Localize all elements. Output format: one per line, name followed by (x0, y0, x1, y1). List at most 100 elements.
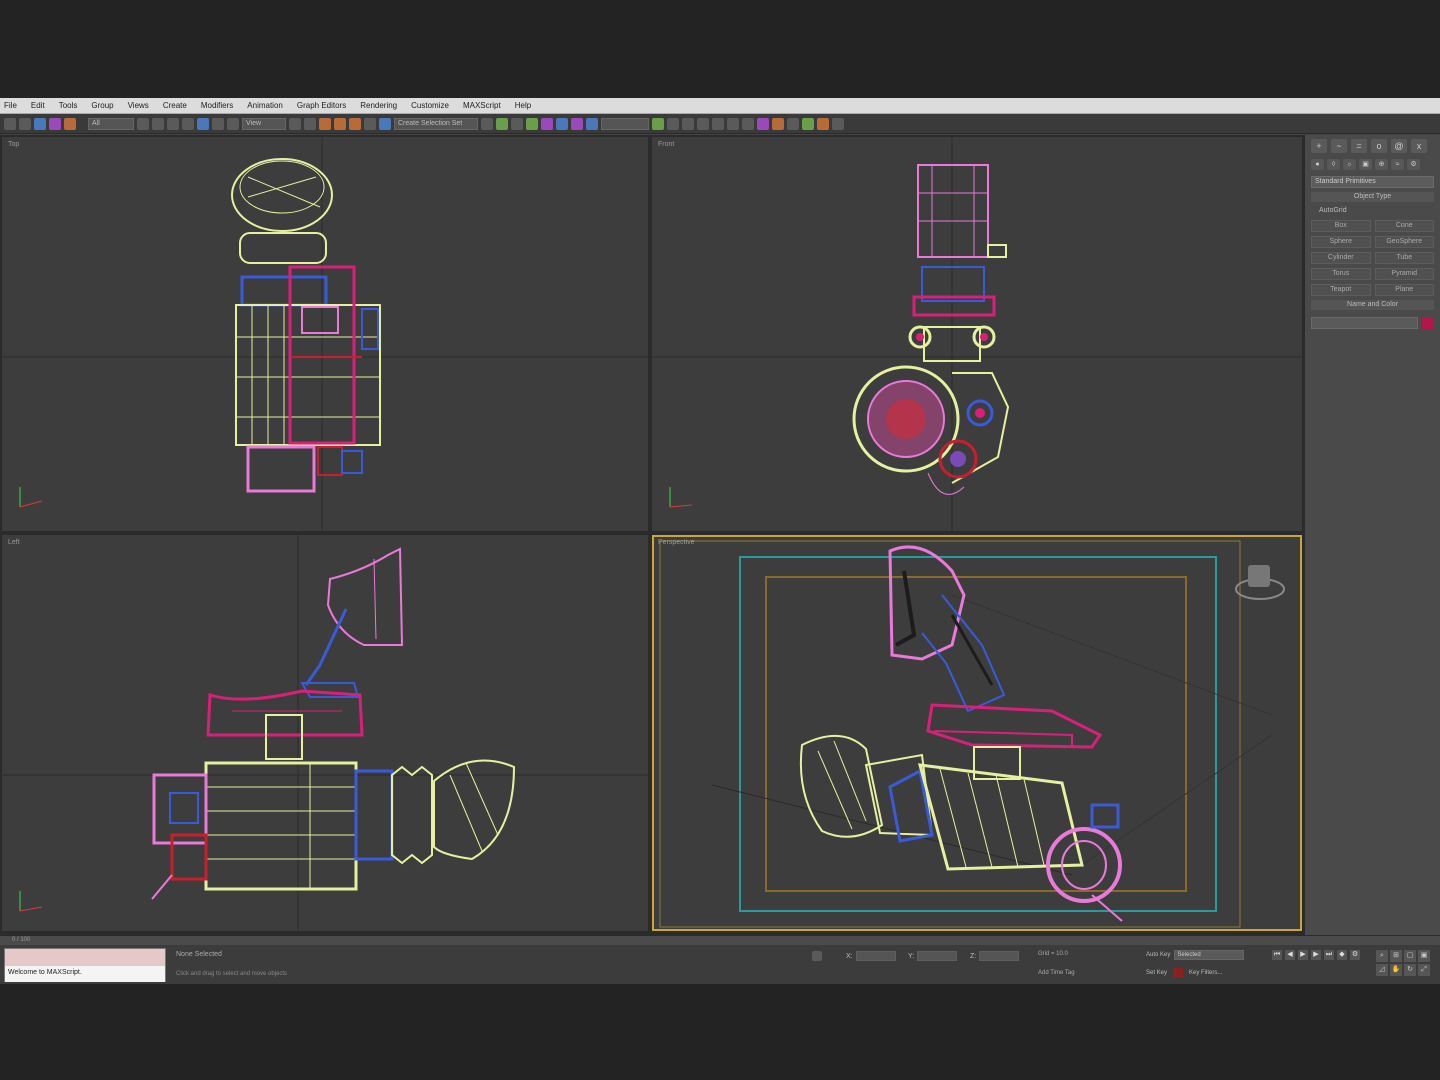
key-filters-button[interactable]: Key Filters... (1189, 970, 1222, 976)
maxscript-listener[interactable]: Welcome to MAXScript. (4, 948, 166, 982)
motion-tab[interactable]: o (1371, 139, 1387, 153)
viewport-label-top[interactable]: Top (8, 141, 19, 148)
viewport-left[interactable]: Left (2, 535, 648, 931)
select-by-name-icon[interactable] (152, 117, 164, 130)
rollout-name-and-color[interactable]: Name and Color (1311, 300, 1434, 310)
reference-coord-dropdown[interactable]: View (242, 117, 286, 130)
autogrid-checkbox[interactable]: AutoGrid (1311, 206, 1434, 216)
tube-button[interactable]: Tube (1374, 252, 1434, 264)
extra-tool-6-icon[interactable] (757, 117, 769, 130)
manipulate-icon[interactable] (304, 117, 316, 130)
extra-tool-4-icon[interactable] (727, 117, 739, 130)
menu-edit[interactable]: Edit (31, 101, 45, 110)
menu-create[interactable]: Create (163, 101, 187, 110)
rendered-frame-window-icon[interactable] (652, 117, 664, 130)
geosphere-button[interactable]: GeoSphere (1374, 236, 1434, 248)
maximize-viewport-icon[interactable]: ⤢ (1418, 964, 1430, 976)
render-setup-icon[interactable] (586, 117, 598, 130)
lock-selection-icon[interactable] (812, 951, 822, 961)
utilities-tab[interactable]: x (1411, 139, 1427, 153)
extra-tool-9-icon[interactable] (802, 117, 814, 130)
viewport-label-perspective[interactable]: Perspective (658, 539, 695, 546)
menu-maxscript[interactable]: MAXScript (463, 101, 501, 110)
menu-rendering[interactable]: Rendering (360, 101, 397, 110)
go-to-start-icon[interactable]: ⏮ (1272, 950, 1282, 960)
viewport-perspective[interactable]: Perspective (652, 535, 1302, 931)
viewport-label-front[interactable]: Front (658, 141, 674, 148)
object-name-input[interactable] (1311, 317, 1418, 329)
align-icon[interactable] (496, 117, 508, 130)
extra-tool-1-icon[interactable] (682, 117, 694, 130)
sphere-button[interactable]: Sphere (1311, 236, 1371, 248)
key-icon[interactable] (1173, 968, 1184, 978)
pan-icon[interactable]: ✋ (1390, 964, 1402, 976)
orbit-icon[interactable]: ↻ (1404, 964, 1416, 976)
snap-toggle-icon[interactable] (319, 117, 331, 130)
extra-tool-8-icon[interactable] (787, 117, 799, 130)
render-preset-dropdown[interactable] (601, 117, 649, 130)
spinner-snap-icon[interactable] (364, 117, 376, 130)
render-production-icon[interactable] (667, 117, 679, 130)
extra-tool-7-icon[interactable] (772, 117, 784, 130)
selection-filter-dropdown[interactable]: All (88, 117, 134, 130)
hierarchy-tab[interactable]: = (1351, 139, 1367, 153)
cylinder-button[interactable]: Cylinder (1311, 252, 1371, 264)
auto-key-selection-dropdown[interactable]: Selected (1174, 950, 1245, 960)
menu-tools[interactable]: Tools (59, 101, 78, 110)
bind-space-warp-icon[interactable] (64, 117, 76, 130)
zoom-icon[interactable]: ⌕ (1376, 950, 1388, 962)
mirror-icon[interactable] (481, 117, 493, 130)
pyramid-button[interactable]: Pyramid (1374, 268, 1434, 280)
graphite-ribbon-icon[interactable] (526, 117, 538, 130)
display-tab[interactable]: @ (1391, 139, 1407, 153)
auto-key-button[interactable]: Auto Key (1146, 952, 1170, 958)
systems-icon[interactable]: ⚙ (1407, 159, 1420, 170)
material-editor-icon[interactable] (571, 117, 583, 130)
menu-animation[interactable]: Animation (247, 101, 283, 110)
menu-graph-editors[interactable]: Graph Editors (297, 101, 346, 110)
next-frame-icon[interactable]: ▶ (1311, 950, 1321, 960)
rollout-object-type[interactable]: Object Type (1311, 192, 1434, 202)
edit-named-selections-icon[interactable] (379, 117, 391, 130)
extra-tool-5-icon[interactable] (742, 117, 754, 130)
previous-frame-icon[interactable]: ◀ (1285, 950, 1295, 960)
add-time-tag[interactable]: Add Time Tag (1038, 970, 1075, 976)
extra-tool-2-icon[interactable] (697, 117, 709, 130)
menu-modifiers[interactable]: Modifiers (201, 101, 233, 110)
go-to-end-icon[interactable]: ⏭ (1324, 950, 1334, 960)
viewport-front[interactable]: Front (652, 137, 1302, 531)
object-color-swatch[interactable] (1422, 317, 1434, 329)
schematic-view-icon[interactable] (556, 117, 568, 130)
extra-tool-10-icon[interactable] (817, 117, 829, 130)
menu-customize[interactable]: Customize (411, 101, 449, 110)
plane-button[interactable]: Plane (1374, 284, 1434, 296)
space-warps-icon[interactable]: ≈ (1391, 159, 1404, 170)
maxscript-input[interactable] (5, 949, 165, 966)
menu-file[interactable]: File (4, 101, 17, 110)
zoom-extents-all-icon[interactable]: ▣ (1418, 950, 1430, 962)
extra-tool-3-icon[interactable] (712, 117, 724, 130)
named-selection-dropdown[interactable]: Create Selection Set (394, 117, 478, 130)
field-of-view-icon[interactable]: ◿ (1376, 964, 1388, 976)
geometry-icon[interactable]: ● (1311, 159, 1324, 170)
teapot-button[interactable]: Teapot (1311, 284, 1371, 296)
key-mode-icon[interactable]: ◆ (1337, 950, 1347, 960)
menu-views[interactable]: Views (128, 101, 149, 110)
time-slider[interactable]: 0 / 100 (0, 936, 1440, 945)
create-tab[interactable]: + (1311, 139, 1327, 153)
shapes-icon[interactable]: ◊ (1327, 159, 1340, 170)
extra-tool-11-icon[interactable] (832, 117, 844, 130)
torus-button[interactable]: Torus (1311, 268, 1371, 280)
rectangular-selection-icon[interactable] (167, 117, 179, 130)
cone-button[interactable]: Cone (1374, 220, 1434, 232)
select-rotate-icon[interactable] (212, 117, 224, 130)
time-config-icon[interactable]: ⚙ (1350, 950, 1360, 960)
category-dropdown[interactable]: Standard Primitives (1311, 176, 1434, 188)
unlink-icon[interactable] (49, 117, 61, 130)
coord-x-input[interactable] (855, 951, 896, 961)
select-object-icon[interactable] (137, 117, 149, 130)
coord-y-input[interactable] (917, 951, 958, 961)
select-move-icon[interactable] (197, 117, 209, 130)
zoom-all-icon[interactable]: ⊞ (1390, 950, 1402, 962)
viewport-label-left[interactable]: Left (8, 539, 20, 546)
